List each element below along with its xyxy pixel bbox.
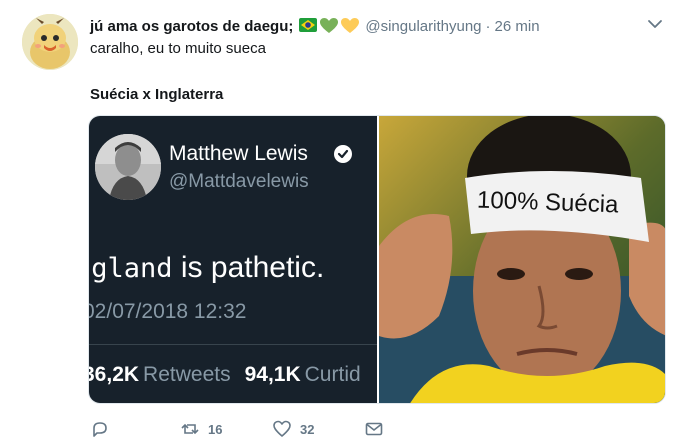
quoted-retweets-label: Retweets [143, 363, 231, 386]
quoted-avatar [95, 134, 161, 200]
user-handle[interactable]: @singularithyung [365, 18, 481, 35]
headband-text: 100% Suécia [476, 186, 619, 219]
chevron-down-icon[interactable] [646, 17, 664, 31]
heart-icon [273, 420, 291, 437]
like-button[interactable]: 32 [272, 418, 314, 440]
media-image-left[interactable]: Matthew Lewis @Mattdavelewis ngland is p… [89, 116, 377, 403]
tweet-header: jú ama os garotos de daegu; @singularith… [90, 15, 650, 37]
player-photo [379, 116, 665, 403]
retweet-button[interactable]: 16 [180, 418, 222, 440]
tweet-media[interactable]: Matthew Lewis @Mattdavelewis ngland is p… [88, 115, 666, 404]
tweet-actions: 16 32 [90, 418, 490, 440]
quoted-body-prefix: ngland [89, 253, 173, 284]
quoted-divider [89, 344, 377, 345]
yellow-heart-icon [341, 18, 360, 34]
quoted-name: Matthew Lewis [169, 142, 308, 165]
brazil-flag-icon [299, 18, 318, 34]
tweet-time[interactable]: 26 min [495, 18, 540, 35]
quoted-body: ngland is pathetic. [89, 251, 324, 285]
retweet-icon [181, 423, 199, 435]
reply-icon [93, 422, 107, 437]
quoted-body-rest: is pathetic. [172, 251, 325, 284]
quoted-date: 02/07/2018 12:32 [89, 300, 247, 323]
retweet-count: 16 [208, 421, 223, 437]
quoted-likes-count: 94,1K [244, 363, 301, 386]
like-count: 32 [300, 421, 315, 437]
reply-button[interactable] [90, 418, 118, 440]
direct-message-button[interactable] [364, 418, 384, 440]
separator-dot: · [485, 17, 491, 35]
media-image-right[interactable]: 100% Suécia [379, 116, 665, 403]
tweet-text-line2: Suécia x Inglaterra [90, 86, 224, 103]
quoted-retweets-count: 36,2K [89, 363, 140, 386]
tweet-text-line1: caralho, eu to muito sueca [90, 40, 266, 57]
green-heart-icon [320, 18, 339, 34]
quoted-stats: 36,2KRetweets 94,1KCurtid [89, 363, 375, 387]
display-name[interactable]: jú ama os garotos de daegu; [90, 18, 293, 35]
verified-badge-icon [333, 144, 353, 164]
quoted-likes-label: Curtid [304, 363, 361, 386]
user-avatar[interactable] [22, 14, 78, 70]
quoted-handle: @Mattdavelewis [169, 171, 309, 192]
envelope-icon [365, 422, 383, 436]
